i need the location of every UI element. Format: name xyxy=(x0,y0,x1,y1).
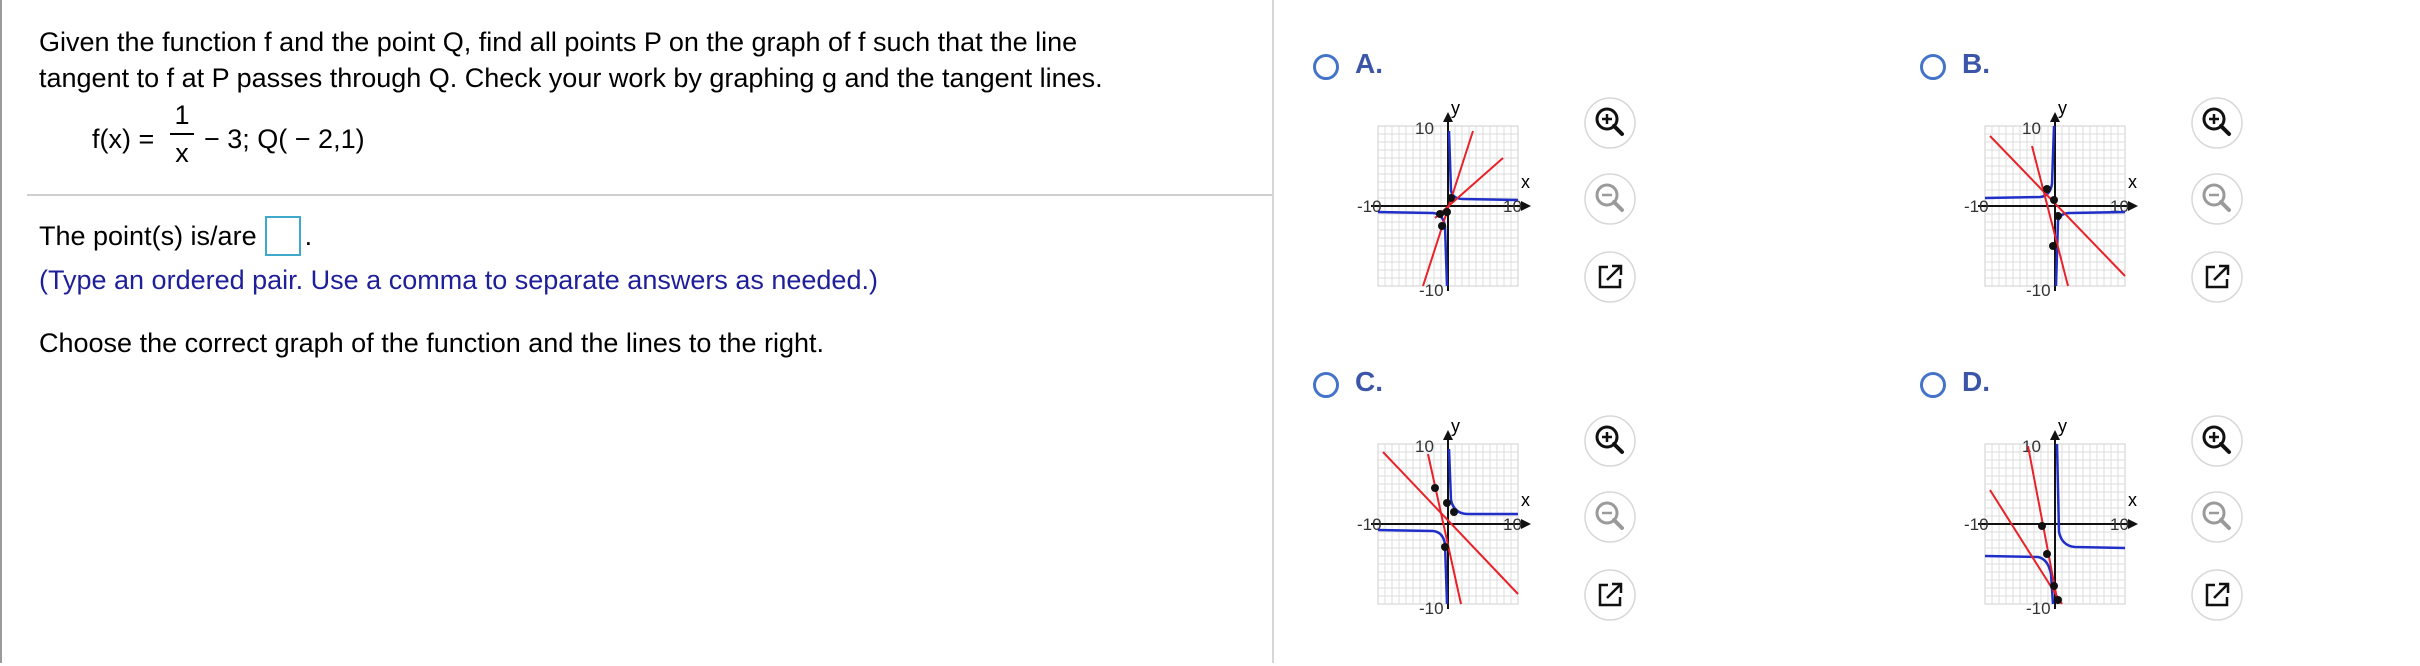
zoom-in-icon xyxy=(1584,97,1636,149)
option-a[interactable]: A. y x 10 -10 -10 10 xyxy=(1293,48,1773,348)
x-axis-label: x xyxy=(2128,172,2137,192)
graph-d: y x 10 -10 -10 10 xyxy=(1950,404,2150,624)
x-min-label: -10 xyxy=(1964,515,1989,534)
open-new-window-icon xyxy=(1584,569,1636,621)
option-b-label: B. xyxy=(1962,48,1990,79)
answer-suffix: . xyxy=(304,221,313,252)
zoom-in-button-d[interactable] xyxy=(2190,414,2244,468)
answer-hint: (Type an ordered pair. Use a comma to se… xyxy=(39,265,878,295)
option-a-label: A. xyxy=(1355,48,1383,79)
y-axis-label: y xyxy=(2058,98,2067,118)
open-new-window-icon xyxy=(2191,569,2243,621)
zoom-out-icon xyxy=(2191,173,2243,225)
open-new-window-icon xyxy=(1584,251,1636,303)
zoom-out-icon xyxy=(2191,491,2243,543)
x-max-label: 10 xyxy=(1503,515,1522,534)
y-min-label: -10 xyxy=(1419,599,1444,618)
zoom-in-button-c[interactable] xyxy=(1583,414,1637,468)
prompt-line-2: tangent to f at P passes through Q. Chec… xyxy=(39,63,1103,93)
divider xyxy=(27,194,1273,196)
zoom-out-icon xyxy=(1584,491,1636,543)
y-axis-label: y xyxy=(1451,98,1460,118)
option-b[interactable]: B. y x 10 -10 -10 10 xyxy=(1900,48,2380,348)
y-axis-label: y xyxy=(2058,416,2067,436)
y-axis-label: y xyxy=(1451,416,1460,436)
question-prompt: Given the function f and the point Q, fi… xyxy=(39,24,1259,96)
x-axis-label: x xyxy=(1521,172,1530,192)
radio-option-a[interactable] xyxy=(1313,54,1339,80)
zoom-out-button-a[interactable] xyxy=(1583,172,1637,226)
radio-option-c[interactable] xyxy=(1313,372,1339,398)
open-graph-button-a[interactable] xyxy=(1583,250,1637,304)
option-d[interactable]: D. y x 10 -10 -10 10 xyxy=(1900,366,2380,666)
option-c-label: C. xyxy=(1355,366,1383,397)
y-max-label: 10 xyxy=(1415,119,1434,138)
fraction-denominator: x xyxy=(175,138,189,168)
x-min-label: -10 xyxy=(1357,515,1382,534)
graph-b: y x 10 -10 -10 10 xyxy=(1950,86,2150,306)
graph-a: y x 10 -10 -10 10 xyxy=(1343,86,1543,306)
fraction-numerator: 1 xyxy=(174,100,190,130)
y-min-label: -10 xyxy=(2026,599,2051,618)
x-min-label: -10 xyxy=(1357,197,1382,216)
open-new-window-icon xyxy=(2191,251,2243,303)
zoom-in-button-b[interactable] xyxy=(2190,96,2244,150)
radio-option-d[interactable] xyxy=(1920,372,1946,398)
x-axis-label: x xyxy=(2128,490,2137,510)
open-graph-button-d[interactable] xyxy=(2190,568,2244,622)
function-lhs: f(x) = xyxy=(92,124,155,154)
x-min-label: -10 xyxy=(1964,197,1989,216)
function-rest: − 3; Q( − 2,1) xyxy=(204,124,365,154)
prompt-line-1: Given the function f and the point Q, fi… xyxy=(39,27,1078,57)
zoom-in-icon xyxy=(1584,415,1636,467)
y-max-label: 10 xyxy=(2022,437,2041,456)
y-min-label: -10 xyxy=(2026,281,2051,300)
zoom-out-button-c[interactable] xyxy=(1583,490,1637,544)
zoom-in-icon xyxy=(2191,415,2243,467)
option-d-label: D. xyxy=(1962,366,1990,397)
choices-panel: A. y x 10 -10 -10 10 B. y x 10 -10 -10 1… xyxy=(1272,0,2420,663)
open-graph-button-c[interactable] xyxy=(1583,568,1637,622)
fraction-bar xyxy=(170,133,194,135)
fraction: 1 x xyxy=(170,100,194,168)
zoom-out-button-b[interactable] xyxy=(2190,172,2244,226)
option-c[interactable]: C. y x 10 -10 -10 10 xyxy=(1293,366,1773,666)
zoom-in-button-a[interactable] xyxy=(1583,96,1637,150)
y-max-label: 10 xyxy=(2022,119,2041,138)
y-max-label: 10 xyxy=(1415,437,1434,456)
choose-graph-instruction: Choose the correct graph of the function… xyxy=(39,328,824,358)
zoom-out-icon xyxy=(1584,173,1636,225)
answer-input[interactable] xyxy=(264,216,301,256)
answer-line: The point(s) is/are. xyxy=(39,216,313,258)
question-panel: Given the function f and the point Q, fi… xyxy=(0,0,1273,663)
open-graph-button-b[interactable] xyxy=(2190,250,2244,304)
zoom-out-button-d[interactable] xyxy=(2190,490,2244,544)
graph-c: y x 10 -10 -10 10 xyxy=(1343,404,1543,624)
x-axis-label: x xyxy=(1521,490,1530,510)
zoom-in-icon xyxy=(2191,97,2243,149)
radio-option-b[interactable] xyxy=(1920,54,1946,80)
x-max-label: 10 xyxy=(2110,515,2129,534)
answer-label: The point(s) is/are xyxy=(39,221,257,252)
